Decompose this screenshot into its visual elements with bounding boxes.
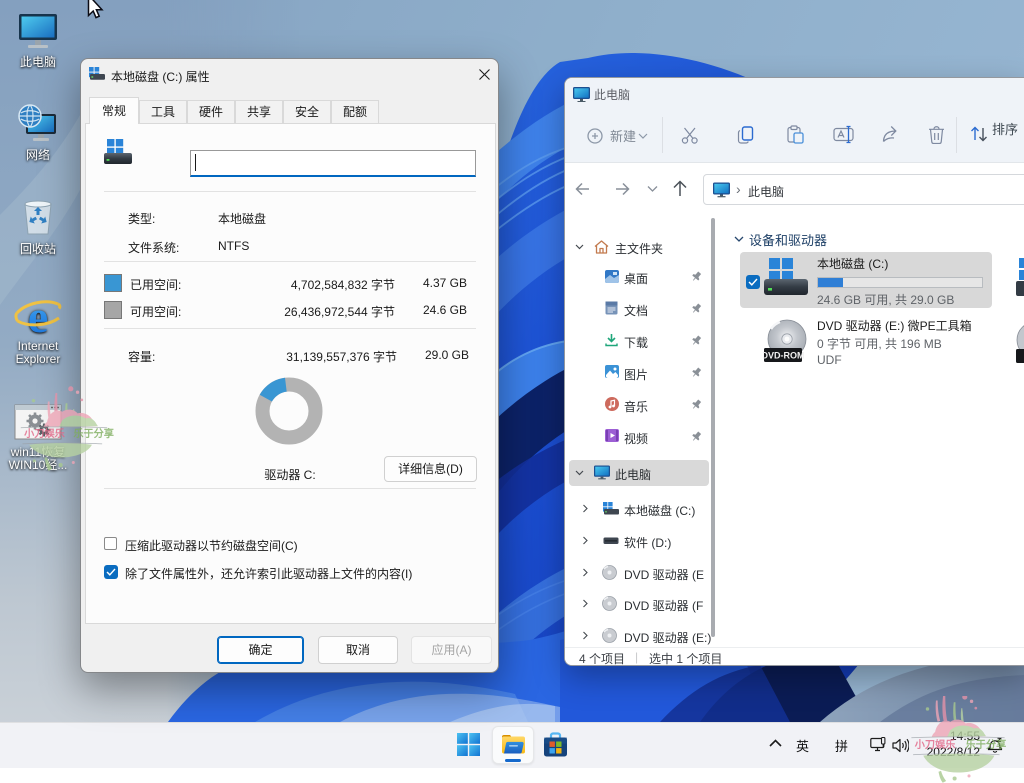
svg-text:小刀娱乐: 小刀娱乐 (914, 738, 956, 751)
svg-text:乐于分享: 乐于分享 (73, 427, 114, 440)
svg-text:e: e (28, 292, 48, 340)
svg-text:乐于分享: 乐于分享 (966, 738, 1007, 751)
svg-text:DVD-ROM: DVD-ROM (763, 351, 805, 361)
svg-text:新建: 新建 (610, 129, 636, 144)
svg-text:小刀娱乐: 小刀娱乐 (23, 427, 65, 440)
